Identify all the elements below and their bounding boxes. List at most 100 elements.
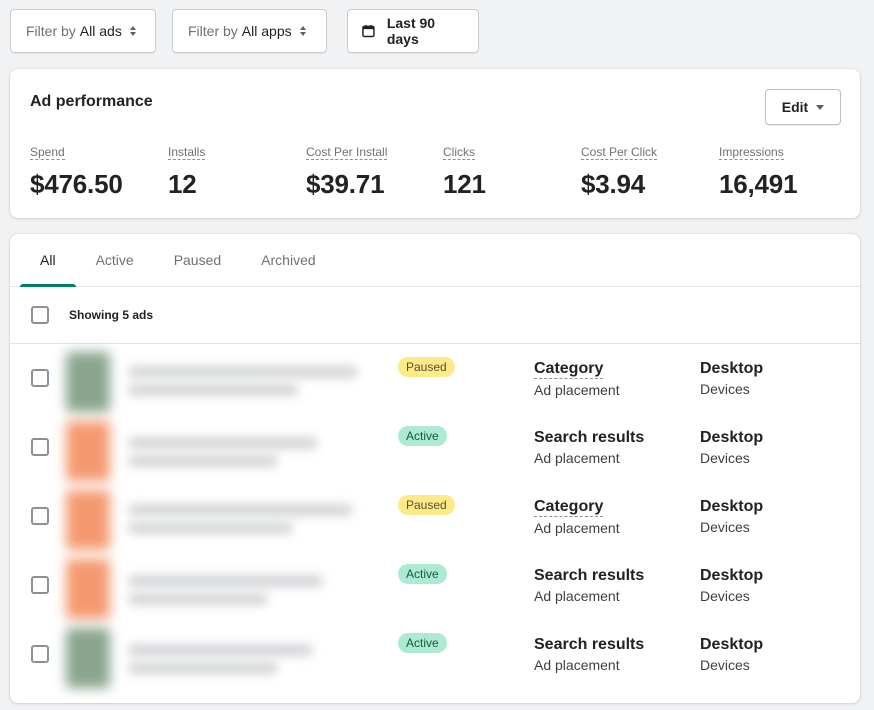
showing-count: Showing 5 ads [69, 308, 154, 322]
table-row[interactable]: Active Search results Ad placement Deskt… [10, 620, 860, 689]
placement-sub: Ad placement [534, 450, 620, 466]
ad-thumbnail [66, 352, 110, 412]
filter-ads-button[interactable]: Filter by All ads [10, 9, 156, 53]
filter-apps-prefix: Filter by [188, 23, 238, 39]
ad-subtitle-blurred [128, 593, 268, 605]
placement-title[interactable]: Category [534, 498, 604, 517]
caret-down-icon [816, 104, 825, 110]
ad-thumbnail [66, 421, 110, 481]
status-badge: Paused [398, 357, 455, 377]
metric-clicks: Clicks 121 [443, 143, 486, 200]
filter-bar: Filter by All ads Filter by All apps Las… [10, 9, 479, 53]
metric-installs: Installs 12 [168, 143, 206, 200]
table-row[interactable]: Active Search results Ad placement Deskt… [10, 551, 860, 620]
status-badge: Paused [398, 495, 455, 515]
status-badge: Active [398, 426, 447, 446]
tab-all[interactable]: All [20, 234, 76, 287]
placement-sub: Ad placement [534, 520, 620, 536]
metric-value: $476.50 [30, 169, 123, 199]
ad-title-blurred [128, 504, 353, 516]
device-cell: Desktop Devices [700, 567, 763, 604]
placement-sub: Ad placement [534, 588, 620, 604]
ad-title-blurred [128, 575, 323, 587]
metric-label[interactable]: Clicks [443, 145, 475, 160]
device-sub: Devices [700, 450, 750, 466]
placement-cell: Category Ad placement [534, 498, 620, 536]
metric-label[interactable]: Installs [168, 145, 206, 160]
metric-cost-per-install: Cost Per Install $39.71 [306, 143, 388, 200]
status-badge: Active [398, 633, 447, 653]
ad-thumbnail [66, 628, 110, 688]
placement-cell: Search results Ad placement [534, 636, 644, 673]
metric-spend: Spend $476.50 [30, 143, 123, 200]
placement-title: Search results [534, 429, 645, 446]
device-title: Desktop [700, 498, 764, 515]
ad-subtitle-blurred [128, 384, 298, 396]
row-checkbox[interactable] [31, 645, 49, 663]
edit-button[interactable]: Edit [765, 89, 841, 125]
device-sub: Devices [700, 588, 750, 604]
ad-title-blurred [128, 366, 358, 378]
metric-impressions: Impressions 16,491 [719, 143, 798, 200]
tab-paused[interactable]: Paused [154, 234, 241, 286]
ad-title-blurred [128, 644, 313, 656]
filter-ads-value: All ads [79, 23, 122, 39]
ad-title-blurred [128, 437, 318, 449]
row-checkbox[interactable] [31, 507, 49, 525]
tab-active[interactable]: Active [76, 234, 154, 286]
metric-value: 16,491 [719, 169, 798, 199]
device-cell: Desktop Devices [700, 360, 763, 397]
metric-value: 121 [443, 169, 486, 199]
metric-label[interactable]: Cost Per Click [581, 145, 658, 160]
calendar-icon [362, 25, 375, 38]
device-cell: Desktop Devices [700, 498, 763, 535]
ad-subtitle-blurred [128, 662, 278, 674]
device-title: Desktop [700, 360, 764, 377]
ad-performance-card: Ad performance Edit Spend $476.50 Instal… [10, 69, 860, 218]
filter-ads-prefix: Filter by [26, 23, 76, 39]
device-cell: Desktop Devices [700, 429, 763, 466]
device-sub: Devices [700, 657, 750, 673]
device-title: Desktop [700, 636, 764, 653]
device-sub: Devices [700, 381, 750, 397]
metric-value: 12 [168, 169, 197, 199]
device-sub: Devices [700, 519, 750, 535]
placement-cell: Search results Ad placement [534, 567, 644, 604]
ads-list-card: All Active Paused Archived Showing 5 ads… [10, 234, 860, 703]
sort-arrows-icon [299, 26, 306, 36]
tab-archived[interactable]: Archived [241, 234, 335, 286]
filter-apps-value: All apps [241, 23, 292, 39]
ad-thumbnail [66, 559, 110, 619]
filter-apps-button[interactable]: Filter by All apps [172, 9, 327, 53]
table-row[interactable]: Paused Category Ad placement Desktop Dev… [10, 344, 860, 413]
placement-title: Search results [534, 636, 645, 653]
date-range-button[interactable]: Last 90 days [347, 9, 479, 53]
device-title: Desktop [700, 567, 764, 584]
placement-cell: Search results Ad placement [534, 429, 644, 466]
date-range-label: Last 90 days [386, 15, 436, 47]
row-checkbox[interactable] [31, 438, 49, 456]
card-title: Ad performance [30, 93, 153, 110]
metric-value: $39.71 [306, 169, 385, 199]
device-cell: Desktop Devices [700, 636, 763, 673]
select-all-checkbox[interactable] [31, 306, 49, 324]
placement-sub: Ad placement [534, 657, 620, 673]
placement-sub: Ad placement [534, 382, 620, 398]
placement-title[interactable]: Category [534, 360, 604, 379]
metric-label[interactable]: Spend [30, 145, 65, 160]
status-badge: Active [398, 564, 447, 584]
ad-subtitle-blurred [128, 455, 278, 467]
row-checkbox[interactable] [31, 369, 49, 387]
ad-thumbnail [66, 490, 110, 550]
device-title: Desktop [700, 429, 764, 446]
ad-subtitle-blurred [128, 522, 293, 534]
metric-label[interactable]: Cost Per Install [306, 145, 388, 160]
table-row[interactable]: Paused Category Ad placement Desktop Dev… [10, 482, 860, 551]
table-row[interactable]: Active Search results Ad placement Deskt… [10, 413, 860, 482]
tab-bar: All Active Paused Archived [10, 234, 860, 287]
row-checkbox[interactable] [31, 576, 49, 594]
sort-arrows-icon [129, 26, 136, 36]
placement-title: Search results [534, 567, 645, 584]
edit-label: Edit [781, 99, 809, 115]
metric-label[interactable]: Impressions [719, 145, 784, 160]
